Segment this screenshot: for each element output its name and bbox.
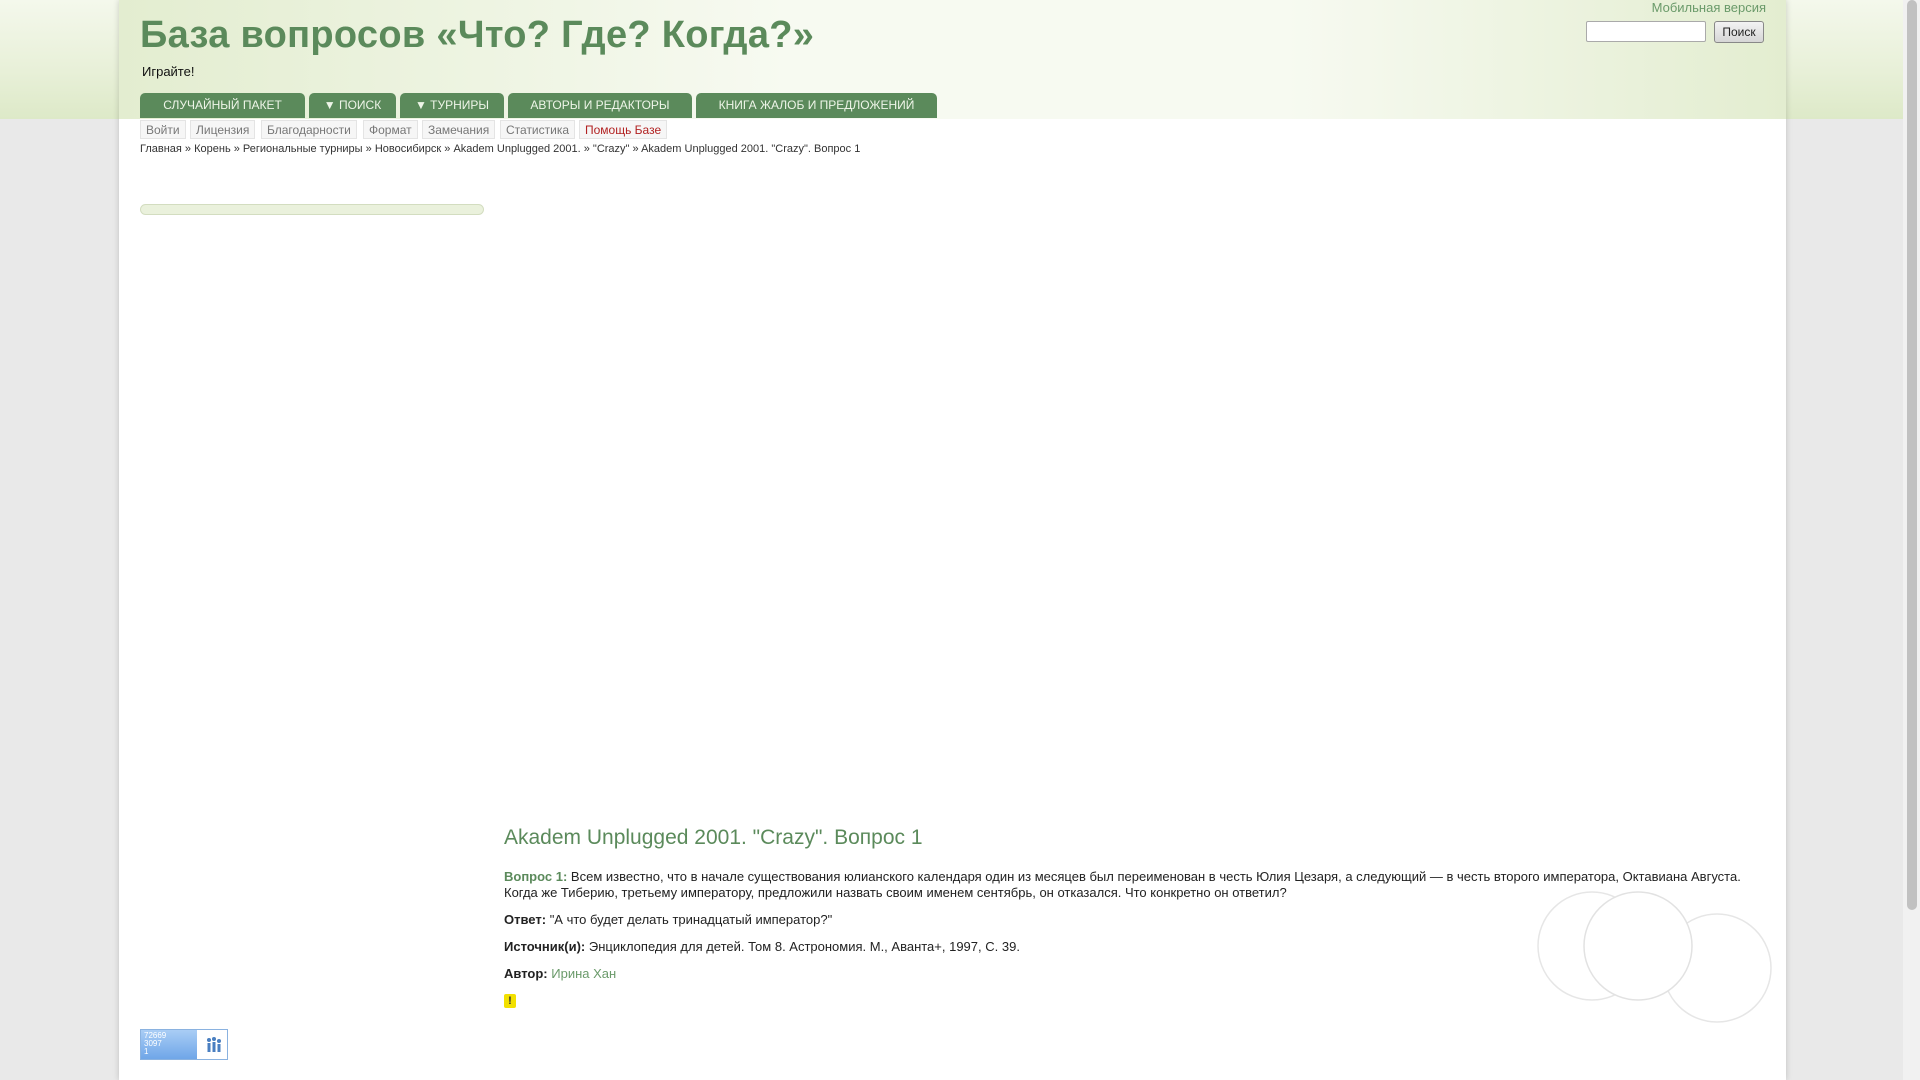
breadcrumb-package[interactable]: "Crazy" bbox=[593, 143, 630, 155]
breadcrumb-separator: » bbox=[629, 143, 642, 155]
breadcrumb-separator: » bbox=[181, 143, 195, 155]
breadcrumb-root[interactable]: Корень bbox=[194, 143, 231, 155]
report-error-icon[interactable]: ! bbox=[504, 994, 516, 1008]
tab-random-package[interactable]: СЛУЧАЙНЫЙ ПАКЕТ bbox=[140, 93, 305, 118]
thanks-link[interactable]: Благодарности bbox=[261, 120, 357, 139]
question-title: Akadem Unplugged 2001. "Crazy". Вопрос 1 bbox=[504, 826, 923, 849]
breadcrumb-regional[interactable]: Региональные турниры bbox=[243, 143, 363, 155]
author-row: Автор: Ирина Хан bbox=[504, 966, 616, 981]
breadcrumb-current: Akadem Unplugged 2001. "Crazy". Вопрос 1 bbox=[641, 143, 861, 155]
decorative-circles-icon bbox=[1537, 891, 1772, 1023]
answer-row: Ответ: "А что будет делать тринадцатый и… bbox=[504, 912, 832, 927]
tab-tournaments[interactable]: ▼ ТУРНИРЫ bbox=[400, 93, 504, 118]
answer-label: Ответ: bbox=[504, 912, 547, 927]
breadcrumb-separator: » bbox=[441, 143, 454, 155]
sources-text: Энциклопедия для детей. Том 8. Астрономи… bbox=[588, 939, 1020, 954]
tab-authors-editors[interactable]: АВТОРЫ И РЕДАКТОРЫ bbox=[508, 93, 692, 118]
sources-row: Источник(и): Энциклопедия для детей. Том… bbox=[504, 939, 1020, 954]
help-base-link[interactable]: Помощь Базе bbox=[579, 120, 668, 139]
tab-search[interactable]: ▼ ПОИСК bbox=[309, 93, 396, 118]
answer-text: "А что будет делать тринадцатый императо… bbox=[549, 912, 833, 927]
counter-line-3: 1 bbox=[144, 1047, 149, 1056]
search-button[interactable]: Поиск bbox=[1714, 21, 1764, 43]
statistics-link[interactable]: Статистика bbox=[500, 120, 576, 139]
tagline: Играйте! bbox=[142, 64, 195, 79]
breadcrumb-separator: » bbox=[362, 143, 375, 155]
breadcrumb-separator: » bbox=[580, 143, 593, 155]
breadcrumb-tournament[interactable]: Akadem Unplugged 2001. bbox=[453, 143, 580, 155]
breadcrumb-separator: » bbox=[230, 143, 243, 155]
breadcrumb-home[interactable]: Главная bbox=[140, 143, 182, 155]
tab-complaints-book[interactable]: КНИГА ЖАЛОБ И ПРЕДЛОЖЕНИЙ bbox=[696, 93, 937, 118]
format-link[interactable]: Формат bbox=[363, 120, 418, 139]
sidebar-bar bbox=[140, 204, 484, 215]
author-link[interactable]: Ирина Хан bbox=[551, 966, 616, 981]
visit-counter[interactable]: 72669 3097 1 bbox=[140, 1029, 228, 1060]
breadcrumb: Главная » Корень » Региональные турниры … bbox=[140, 143, 860, 155]
counter-line-2: 3097 bbox=[144, 1039, 162, 1048]
author-label: Автор: bbox=[504, 966, 548, 981]
mobile-version-link[interactable]: Мобильная версия bbox=[1652, 0, 1766, 15]
site-title[interactable]: База вопросов «Что? Где? Когда?» bbox=[140, 14, 814, 57]
login-link[interactable]: Войти bbox=[140, 120, 186, 139]
sources-label: Источник(и): bbox=[504, 939, 586, 954]
remarks-link[interactable]: Замечания bbox=[422, 120, 496, 139]
scrollbar-thumb[interactable] bbox=[1907, 0, 1917, 910]
license-link[interactable]: Лицензия bbox=[190, 120, 256, 139]
breadcrumb-novosibirsk[interactable]: Новосибирск bbox=[375, 143, 441, 155]
vertical-scrollbar[interactable] bbox=[1903, 0, 1920, 1080]
counter-numbers: 72669 3097 1 bbox=[141, 1030, 197, 1059]
stats-people-icon bbox=[207, 1037, 221, 1052]
search-input[interactable] bbox=[1586, 21, 1706, 42]
question-label[interactable]: Вопрос 1: bbox=[504, 869, 567, 884]
